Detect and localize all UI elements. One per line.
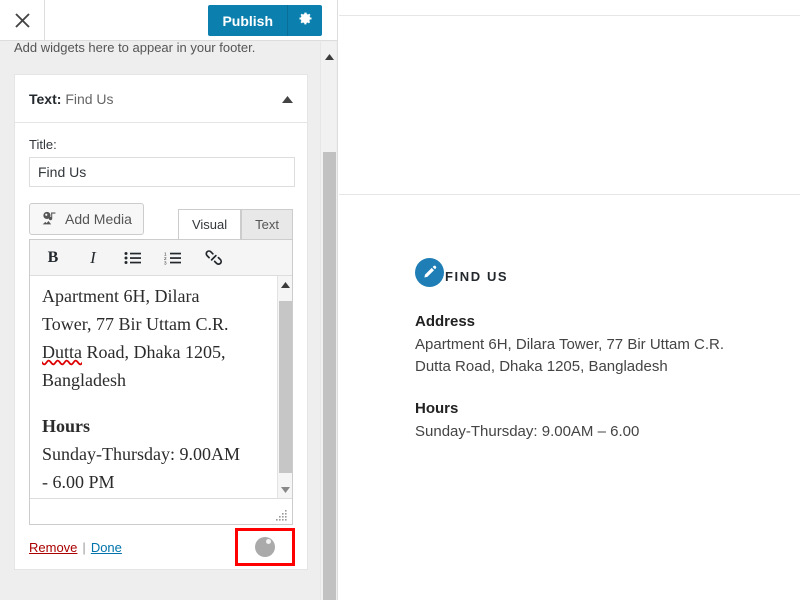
- customizer-scrollbar[interactable]: [320, 42, 336, 600]
- widget-title-input[interactable]: [29, 157, 295, 187]
- scroll-down-arrow-icon[interactable]: [278, 483, 292, 496]
- pencil-circle-icon: [415, 258, 444, 287]
- widget-header[interactable]: Text: Find Us: [15, 75, 307, 123]
- media-and-tabs-row: Add Media Visual Text: [29, 203, 293, 239]
- add-media-label: Add Media: [65, 211, 132, 227]
- customizer-scrollbar-thumb[interactable]: [323, 152, 336, 600]
- tab-text[interactable]: Text: [241, 209, 293, 239]
- preview-widget-body: Address Apartment 6H, Dilara Tower, 77 B…: [415, 313, 785, 443]
- publish-button[interactable]: Publish: [208, 5, 288, 36]
- editor-scrollbar-thumb[interactable]: [279, 301, 292, 473]
- widget-title: Text: Find Us: [29, 91, 114, 107]
- scroll-up-arrow-icon[interactable]: [278, 278, 292, 291]
- preview-hours-line: Sunday-Thursday: 9.00AM – 6.00: [415, 423, 640, 440]
- editor-line-rest: Road, Dhaka 1205,: [82, 342, 226, 362]
- editor-line: Tower, 77 Bir Uttam C.R.: [42, 314, 229, 334]
- preview-address-line: Dutta Road, Dhaka 1205, Bangladesh: [415, 358, 668, 375]
- editor-content[interactable]: Apartment 6H, Dilara Tower, 77 Bir Uttam…: [30, 276, 292, 498]
- bold-icon[interactable]: B: [40, 245, 66, 271]
- add-media-button[interactable]: Add Media: [29, 203, 144, 235]
- numbered-list-icon[interactable]: 1 2 3: [160, 245, 186, 271]
- tab-visual[interactable]: Visual: [177, 209, 242, 239]
- scroll-up-arrow-icon[interactable]: [321, 50, 337, 64]
- customizer-header: Publish: [0, 0, 337, 41]
- screen: Publish Add widgets here to appear in yo…: [0, 0, 800, 600]
- bulleted-list-icon[interactable]: [120, 245, 146, 271]
- preview-spacer: [415, 378, 785, 400]
- editor-line: Bangladesh: [42, 370, 126, 390]
- text-widget: Text: Find Us Title: Find Us Add Media V…: [14, 74, 308, 570]
- close-customizer-button[interactable]: [0, 0, 45, 40]
- editor-line: Sunday-Thursday: 9.00AM: [42, 444, 240, 464]
- publish-settings-button[interactable]: [288, 5, 322, 36]
- link-icon[interactable]: [200, 245, 226, 271]
- chevron-up-icon[interactable]: [282, 90, 293, 108]
- preview-address-heading: Address: [415, 313, 476, 330]
- link-separator: |: [82, 539, 86, 555]
- customizer-panel: Publish Add widgets here to appear in yo…: [0, 0, 338, 600]
- media-icon: [41, 210, 58, 229]
- svg-text:3: 3: [164, 260, 167, 265]
- misspelled-word: Dutta: [42, 342, 82, 362]
- site-preview[interactable]: FIND US Address Apartment 6H, Dilara Tow…: [339, 0, 800, 600]
- preview-divider-middle: [339, 194, 800, 195]
- remove-widget-link[interactable]: Remove: [29, 540, 77, 555]
- loading-spinner-icon: [255, 537, 275, 557]
- title-field-label: Title:: [29, 137, 57, 152]
- editor-hours-heading: Hours: [42, 416, 91, 436]
- done-link[interactable]: Done: [91, 540, 122, 555]
- widget-footer: Remove | Done: [15, 525, 307, 569]
- preview-widget-header: FIND US: [415, 258, 785, 287]
- editor-line: - 6.00 PM: [42, 472, 115, 492]
- widget-instance-label: Find Us: [65, 90, 114, 107]
- close-icon: [14, 12, 31, 29]
- preview-widget-title: FIND US: [445, 269, 509, 284]
- resize-grip-icon[interactable]: [275, 508, 289, 522]
- editor: B I 1 2 3 Apartment 6H, Dilara Tower, 77…: [29, 239, 293, 525]
- widget-type-label: Text:: [29, 90, 62, 107]
- italic-icon[interactable]: I: [80, 245, 106, 271]
- spinner-highlight-box: [235, 528, 295, 566]
- preview-find-us-widget[interactable]: FIND US Address Apartment 6H, Dilara Tow…: [415, 258, 785, 443]
- widget-body: Title: Add Media: [15, 123, 307, 525]
- editor-text-area[interactable]: Apartment 6H, Dilara Tower, 77 Bir Uttam…: [30, 276, 292, 498]
- editor-scrollbar[interactable]: [277, 276, 292, 498]
- gear-icon: [298, 11, 313, 31]
- publish-button-group[interactable]: Publish: [208, 5, 322, 36]
- editor-line: Apartment 6H, Dilara: [42, 286, 200, 306]
- editor-statusbar: [30, 498, 292, 524]
- editor-line: Dutta Road, Dhaka 1205,: [42, 338, 262, 366]
- preview-divider-top: [339, 15, 800, 16]
- section-description: Add widgets here to appear in your foote…: [14, 41, 256, 55]
- editor-mode-tabs: Visual Text: [177, 209, 293, 239]
- editor-toolbar: B I 1 2 3: [30, 240, 292, 276]
- preview-address-line: Apartment 6H, Dilara Tower, 77 Bir Uttam…: [415, 336, 724, 353]
- preview-hours-heading: Hours: [415, 400, 459, 417]
